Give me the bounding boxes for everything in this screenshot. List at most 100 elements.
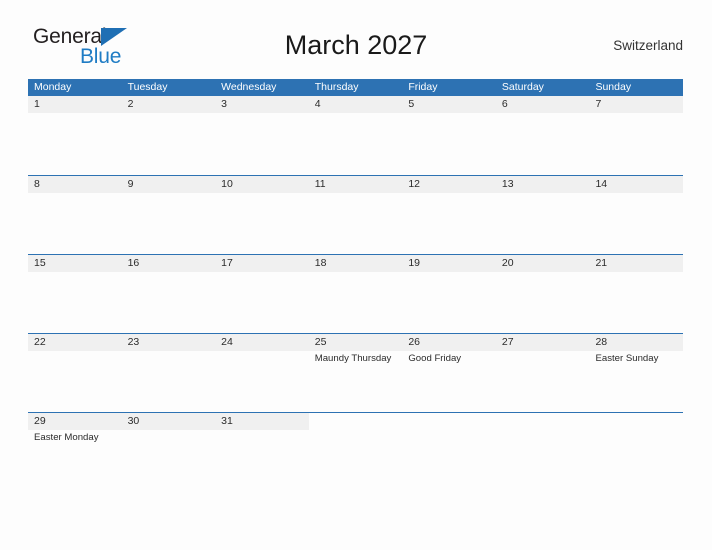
day-cell[interactable]: 15 [28,255,122,333]
day-cell[interactable]: 1 [28,96,122,175]
day-number: 2 [127,98,134,110]
weekday-header-wednesday: Wednesday [221,81,277,93]
day-cell[interactable]: 16 [121,255,216,333]
day-cell[interactable]: 31 [215,413,309,472]
day-number-strip: 18 [308,255,403,272]
day-cell[interactable]: 21 [589,255,684,333]
day-cell[interactable]: 13 [495,176,590,254]
day-cell[interactable]: 4 [308,96,403,175]
day-number: 19 [408,257,420,269]
day-cell[interactable]: 28 Easter Sunday [589,334,684,412]
day-number-strip: 8 [28,176,122,193]
day-cell[interactable]: 23 [121,334,216,412]
day-number-strip: 7 [589,96,684,113]
day-number: 21 [595,257,608,269]
day-cell[interactable]: 3 [215,96,309,175]
day-number-strip [402,413,496,430]
country-label: Switzerland [613,38,683,53]
day-number-strip: 30 [121,413,216,430]
day-number-strip: 13 [495,176,590,193]
page-title: March 2027 [284,30,428,60]
day-cell-empty [402,413,496,472]
day-number: 12 [408,178,420,190]
day-cell[interactable]: 26 Good Friday [402,334,496,412]
day-cell[interactable]: 27 [495,334,590,412]
weekday-header-friday: Friday [408,81,438,93]
calendar-week-row: 15 16 17 18 19 20 21 [28,254,684,333]
day-cell[interactable]: 20 [495,255,590,333]
day-events: Easter Monday [28,430,122,444]
calendar-page: General Blue March 2027 Switzerland Mond… [0,0,712,550]
day-number: 8 [34,178,40,190]
day-cell[interactable]: 12 [402,176,496,254]
page-header: General Blue March 2027 Switzerland [0,24,712,72]
day-number: 6 [501,98,508,110]
day-cell-empty [308,413,403,472]
day-number-strip: 10 [215,176,309,193]
day-cell[interactable]: 8 [28,176,122,254]
day-cell-empty [589,413,684,472]
day-cell[interactable]: 6 [495,96,590,175]
day-number-strip: 31 [215,413,309,430]
day-events: Maundy Thursday [309,351,403,365]
day-cell[interactable]: 14 [589,176,684,254]
day-cell[interactable]: 5 [402,96,496,175]
day-number-strip: 27 [495,334,590,351]
day-number-strip: 4 [308,96,403,113]
day-cell[interactable]: 10 [215,176,309,254]
day-number: 18 [314,257,327,269]
day-number: 9 [127,178,134,190]
day-number-strip: 16 [121,255,216,272]
day-number-strip: 19 [402,255,496,272]
day-number: 4 [314,98,321,110]
day-number-strip: 14 [589,176,684,193]
day-number-strip: 11 [308,176,403,193]
day-cell[interactable]: 9 [121,176,216,254]
holiday-event-label: Easter Monday [34,432,99,443]
day-number-strip: 2 [121,96,216,113]
day-number: 13 [501,178,514,190]
calendar-week-row: 29 Easter Monday 30 31 [28,412,684,472]
day-number-strip [589,413,684,430]
day-cell[interactable]: 11 [308,176,403,254]
day-number-strip: 6 [495,96,590,113]
day-number: 31 [221,415,233,427]
day-cell[interactable]: 17 [215,255,309,333]
day-number-strip: 22 [28,334,122,351]
day-number-strip: 17 [215,255,309,272]
day-cell[interactable]: 29 Easter Monday [28,413,122,472]
day-cell[interactable]: 7 [589,96,684,175]
day-cell[interactable]: 19 [402,255,496,333]
day-number-strip: 3 [215,96,309,113]
weekday-header-sunday: Sunday [595,81,632,93]
day-number-strip: 28 [589,334,684,351]
day-number: 17 [221,257,233,269]
day-events: Good Friday [402,351,496,365]
day-number: 5 [408,98,415,110]
day-cell[interactable]: 22 [28,334,122,412]
day-number-strip [495,413,590,430]
day-number: 3 [221,98,227,110]
day-cell[interactable]: 24 [215,334,309,412]
day-cell[interactable]: 25 Maundy Thursday [308,334,403,412]
day-number-strip: 25 [308,334,403,351]
day-number: 23 [127,336,140,348]
holiday-event-label: Good Friday [408,353,462,364]
day-number-strip: 1 [28,96,122,113]
day-cell[interactable]: 30 [121,413,216,472]
day-number: 28 [595,336,608,348]
day-cell-empty [495,413,590,472]
day-cell[interactable]: 18 [308,255,403,333]
day-number: 25 [314,336,327,348]
holiday-event-label: Maundy Thursday [314,353,392,364]
day-number: 1 [34,98,40,110]
calendar-week-row: 8 9 10 11 12 13 14 [28,175,684,254]
day-number: 22 [34,336,46,348]
day-number: 14 [595,178,608,190]
day-number-strip: 20 [495,255,590,272]
day-events: Easter Sunday [589,351,683,365]
day-number: 7 [595,98,602,110]
day-cell[interactable]: 2 [121,96,216,175]
weekday-header-tuesday: Tuesday [127,81,168,93]
calendar-grid: Monday Tuesday Wednesday Thursday Friday Satu… [28,79,684,472]
